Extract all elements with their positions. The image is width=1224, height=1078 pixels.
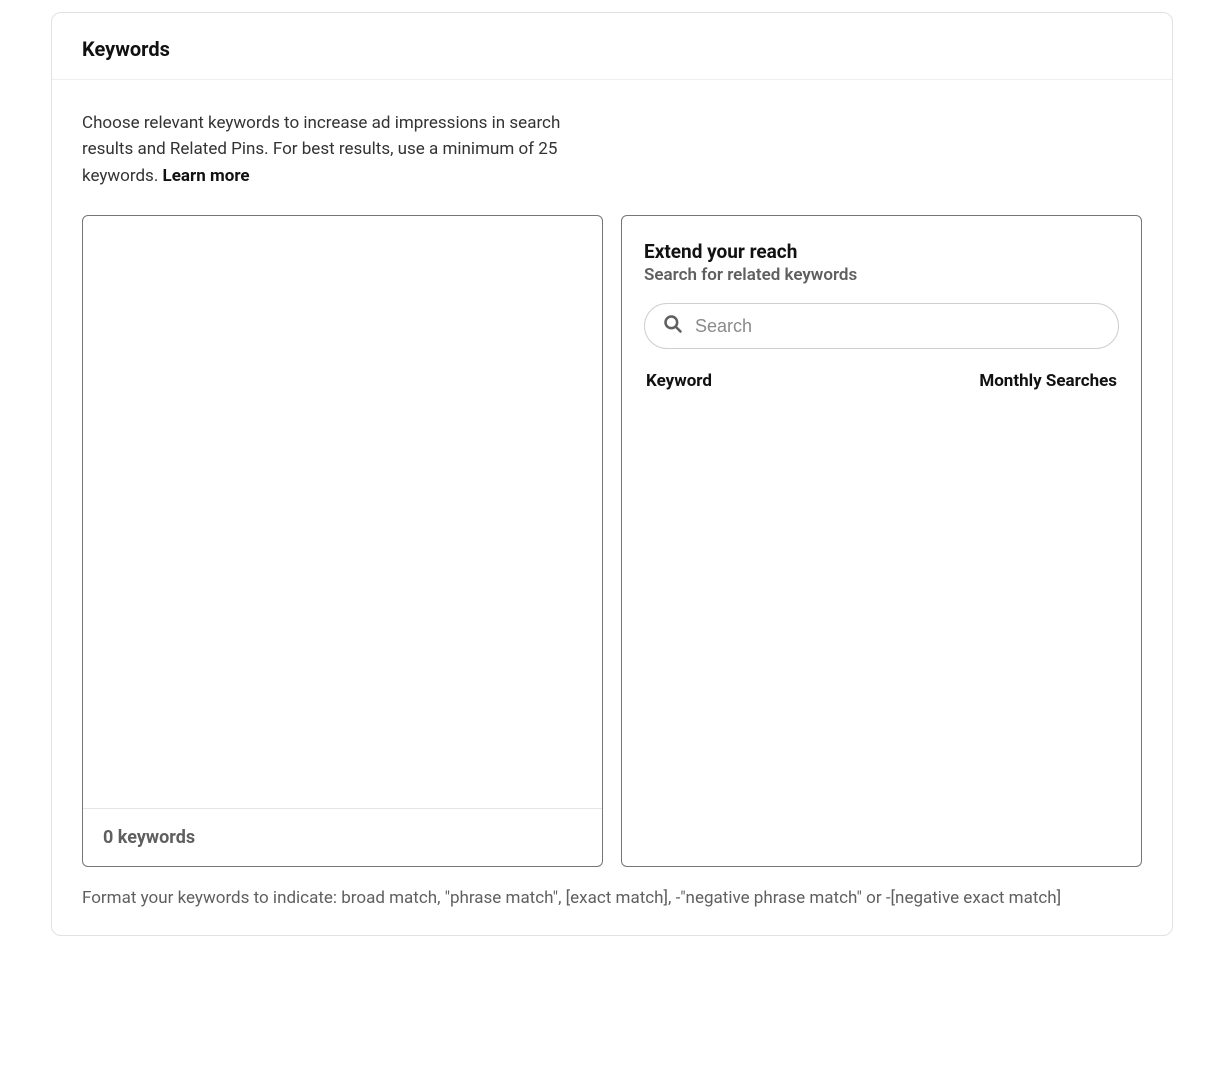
search-icon: [663, 314, 683, 338]
results-table-header: Keyword Monthly Searches: [644, 365, 1119, 397]
related-keywords-panel: Extend your reach Search for related key…: [621, 215, 1142, 867]
extend-reach-title: Extend your reach: [644, 240, 1119, 263]
section-title: Keywords: [82, 37, 1142, 61]
learn-more-link[interactable]: Learn more: [163, 166, 250, 186]
keywords-input-panel: 0 keywords: [82, 215, 603, 867]
col-keyword-header: Keyword: [646, 371, 712, 391]
panels-row: 0 keywords Extend your reach Search for …: [82, 215, 1142, 867]
related-panel-inner: Extend your reach Search for related key…: [622, 216, 1141, 407]
keywords-card: Keywords Choose relevant keywords to inc…: [51, 12, 1173, 936]
keywords-count-footer: 0 keywords: [83, 808, 602, 866]
keyword-search-field[interactable]: [644, 303, 1119, 349]
col-monthly-searches-header: Monthly Searches: [979, 371, 1117, 391]
intro-text-content: Choose relevant keywords to increase ad …: [82, 113, 560, 186]
extend-reach-subtitle: Search for related keywords: [644, 265, 1119, 285]
card-body: Choose relevant keywords to increase ad …: [52, 80, 1172, 935]
format-hint-text: Format your keywords to indicate: broad …: [82, 885, 1142, 911]
intro-text: Choose relevant keywords to increase ad …: [82, 110, 562, 189]
card-header: Keywords: [52, 13, 1172, 80]
keywords-textarea[interactable]: [83, 216, 602, 808]
keyword-search-input[interactable]: [695, 316, 1100, 337]
